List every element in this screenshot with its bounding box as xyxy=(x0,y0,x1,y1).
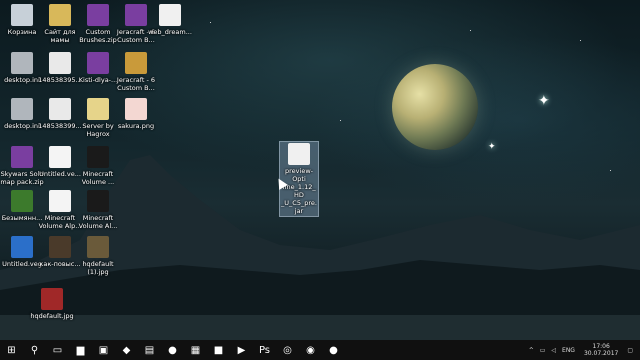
taskbar: ⊞ ⚲ ▭ ▆ ▣ ◆ ▤ ● ▦ ■ ▶ Ps ◎ ◉ ● ^ ▭ ◁ ENG 17:06 30.07.2… xyxy=(0,340,640,360)
folder-icon xyxy=(87,98,109,120)
image-file-icon xyxy=(87,146,109,168)
image-file-icon xyxy=(49,52,71,74)
file-explorer-button[interactable]: ▆ xyxy=(69,340,92,360)
desktop-icon-label: Minecraft Volume Al... xyxy=(78,214,118,230)
clock[interactable]: 17:06 30.07.2017 xyxy=(584,343,618,357)
desktop-icon-label: preview-Opti fine_1.12_HD _U_C5_pre.jar xyxy=(281,167,317,215)
document-icon xyxy=(49,190,71,212)
desktop-icon[interactable]: Jeracraft - 6 Custom B... xyxy=(114,52,158,92)
opera-button[interactable]: ● xyxy=(161,340,184,360)
winrar-archive-icon xyxy=(87,4,109,26)
photos-button[interactable]: ▣ xyxy=(92,340,115,360)
desktop-icon-label: hqdefault (1).jpg xyxy=(82,260,114,276)
image-file-icon xyxy=(87,190,109,212)
desktop-icon[interactable]: sakura.png xyxy=(114,98,158,130)
folder-icon xyxy=(49,4,71,26)
winrar-archive-icon xyxy=(87,52,109,74)
network-icon[interactable]: ▭ xyxy=(540,347,546,354)
desktop-icon-label: Jeracraft - 6 Custom B... xyxy=(116,76,156,92)
search-button[interactable]: ⚲ xyxy=(23,340,46,360)
image-file-icon xyxy=(159,4,181,26)
calculator-button[interactable]: ▦ xyxy=(184,340,207,360)
settings-file-icon xyxy=(11,52,33,74)
image-file-icon xyxy=(49,236,71,258)
clock-time: 17:06 xyxy=(592,343,610,350)
settings-file-icon xyxy=(11,98,33,120)
desktop-icon-label: Minecraft Volume ... xyxy=(81,170,115,186)
image-file-icon xyxy=(87,236,109,258)
store-button[interactable]: ▤ xyxy=(138,340,161,360)
winrar-archive-icon xyxy=(11,146,33,168)
bright-star: ✦ xyxy=(538,93,550,109)
minecraft-button[interactable]: ■ xyxy=(207,340,230,360)
document-icon xyxy=(49,146,71,168)
volume-icon[interactable]: ◁ xyxy=(551,347,556,354)
task-view-button[interactable]: ▭ xyxy=(46,340,69,360)
image-file-icon xyxy=(41,288,63,310)
recycle-bin-icon xyxy=(11,4,33,26)
image-file-icon xyxy=(11,190,33,212)
winrar-archive-icon xyxy=(125,4,147,26)
system-tray: ^ ▭ ◁ ENG 17:06 30.07.2017 ▢ xyxy=(526,340,640,360)
desktop-icon[interactable]: hqdefault.jpg xyxy=(30,288,74,320)
notifications-icon[interactable]: ▢ xyxy=(627,347,633,354)
clock-date: 30.07.2017 xyxy=(583,350,619,357)
language-indicator[interactable]: ENG xyxy=(562,347,575,354)
steam-button[interactable]: ◎ xyxy=(276,340,299,360)
start-button[interactable]: ⊞ xyxy=(0,340,23,360)
photoshop-button[interactable]: Ps xyxy=(253,340,276,360)
desktop-icon-label: web_dream... xyxy=(148,28,192,36)
desktop-icon[interactable]: web_dream... xyxy=(148,4,192,36)
desktop-icon[interactable]: hqdefault (1).jpg xyxy=(76,236,120,276)
opera-gx-button[interactable]: ● xyxy=(322,340,345,360)
folder-icon xyxy=(125,52,147,74)
vegas-project-icon xyxy=(11,236,33,258)
vegas-button[interactable]: ▶ xyxy=(230,340,253,360)
java-jar-icon xyxy=(288,143,310,165)
desktop-icon[interactable]: Minecraft Volume ... xyxy=(76,146,120,186)
desktop-icon[interactable]: Minecraft Volume Al... xyxy=(76,190,120,230)
desktop-icon-label: sakura.png xyxy=(117,122,155,130)
app-circle-button[interactable]: ◉ xyxy=(299,340,322,360)
sketch-app-button[interactable]: ◆ xyxy=(115,340,138,360)
desktop-icon-label: hqdefault.jpg xyxy=(30,312,74,320)
desktop-icon[interactable]: preview-Opti fine_1.12_HD _U_C5_pre.jar xyxy=(279,141,319,217)
tray-overflow-chevron[interactable]: ^ xyxy=(529,347,534,354)
image-file-icon xyxy=(49,98,71,120)
image-file-icon xyxy=(125,98,147,120)
